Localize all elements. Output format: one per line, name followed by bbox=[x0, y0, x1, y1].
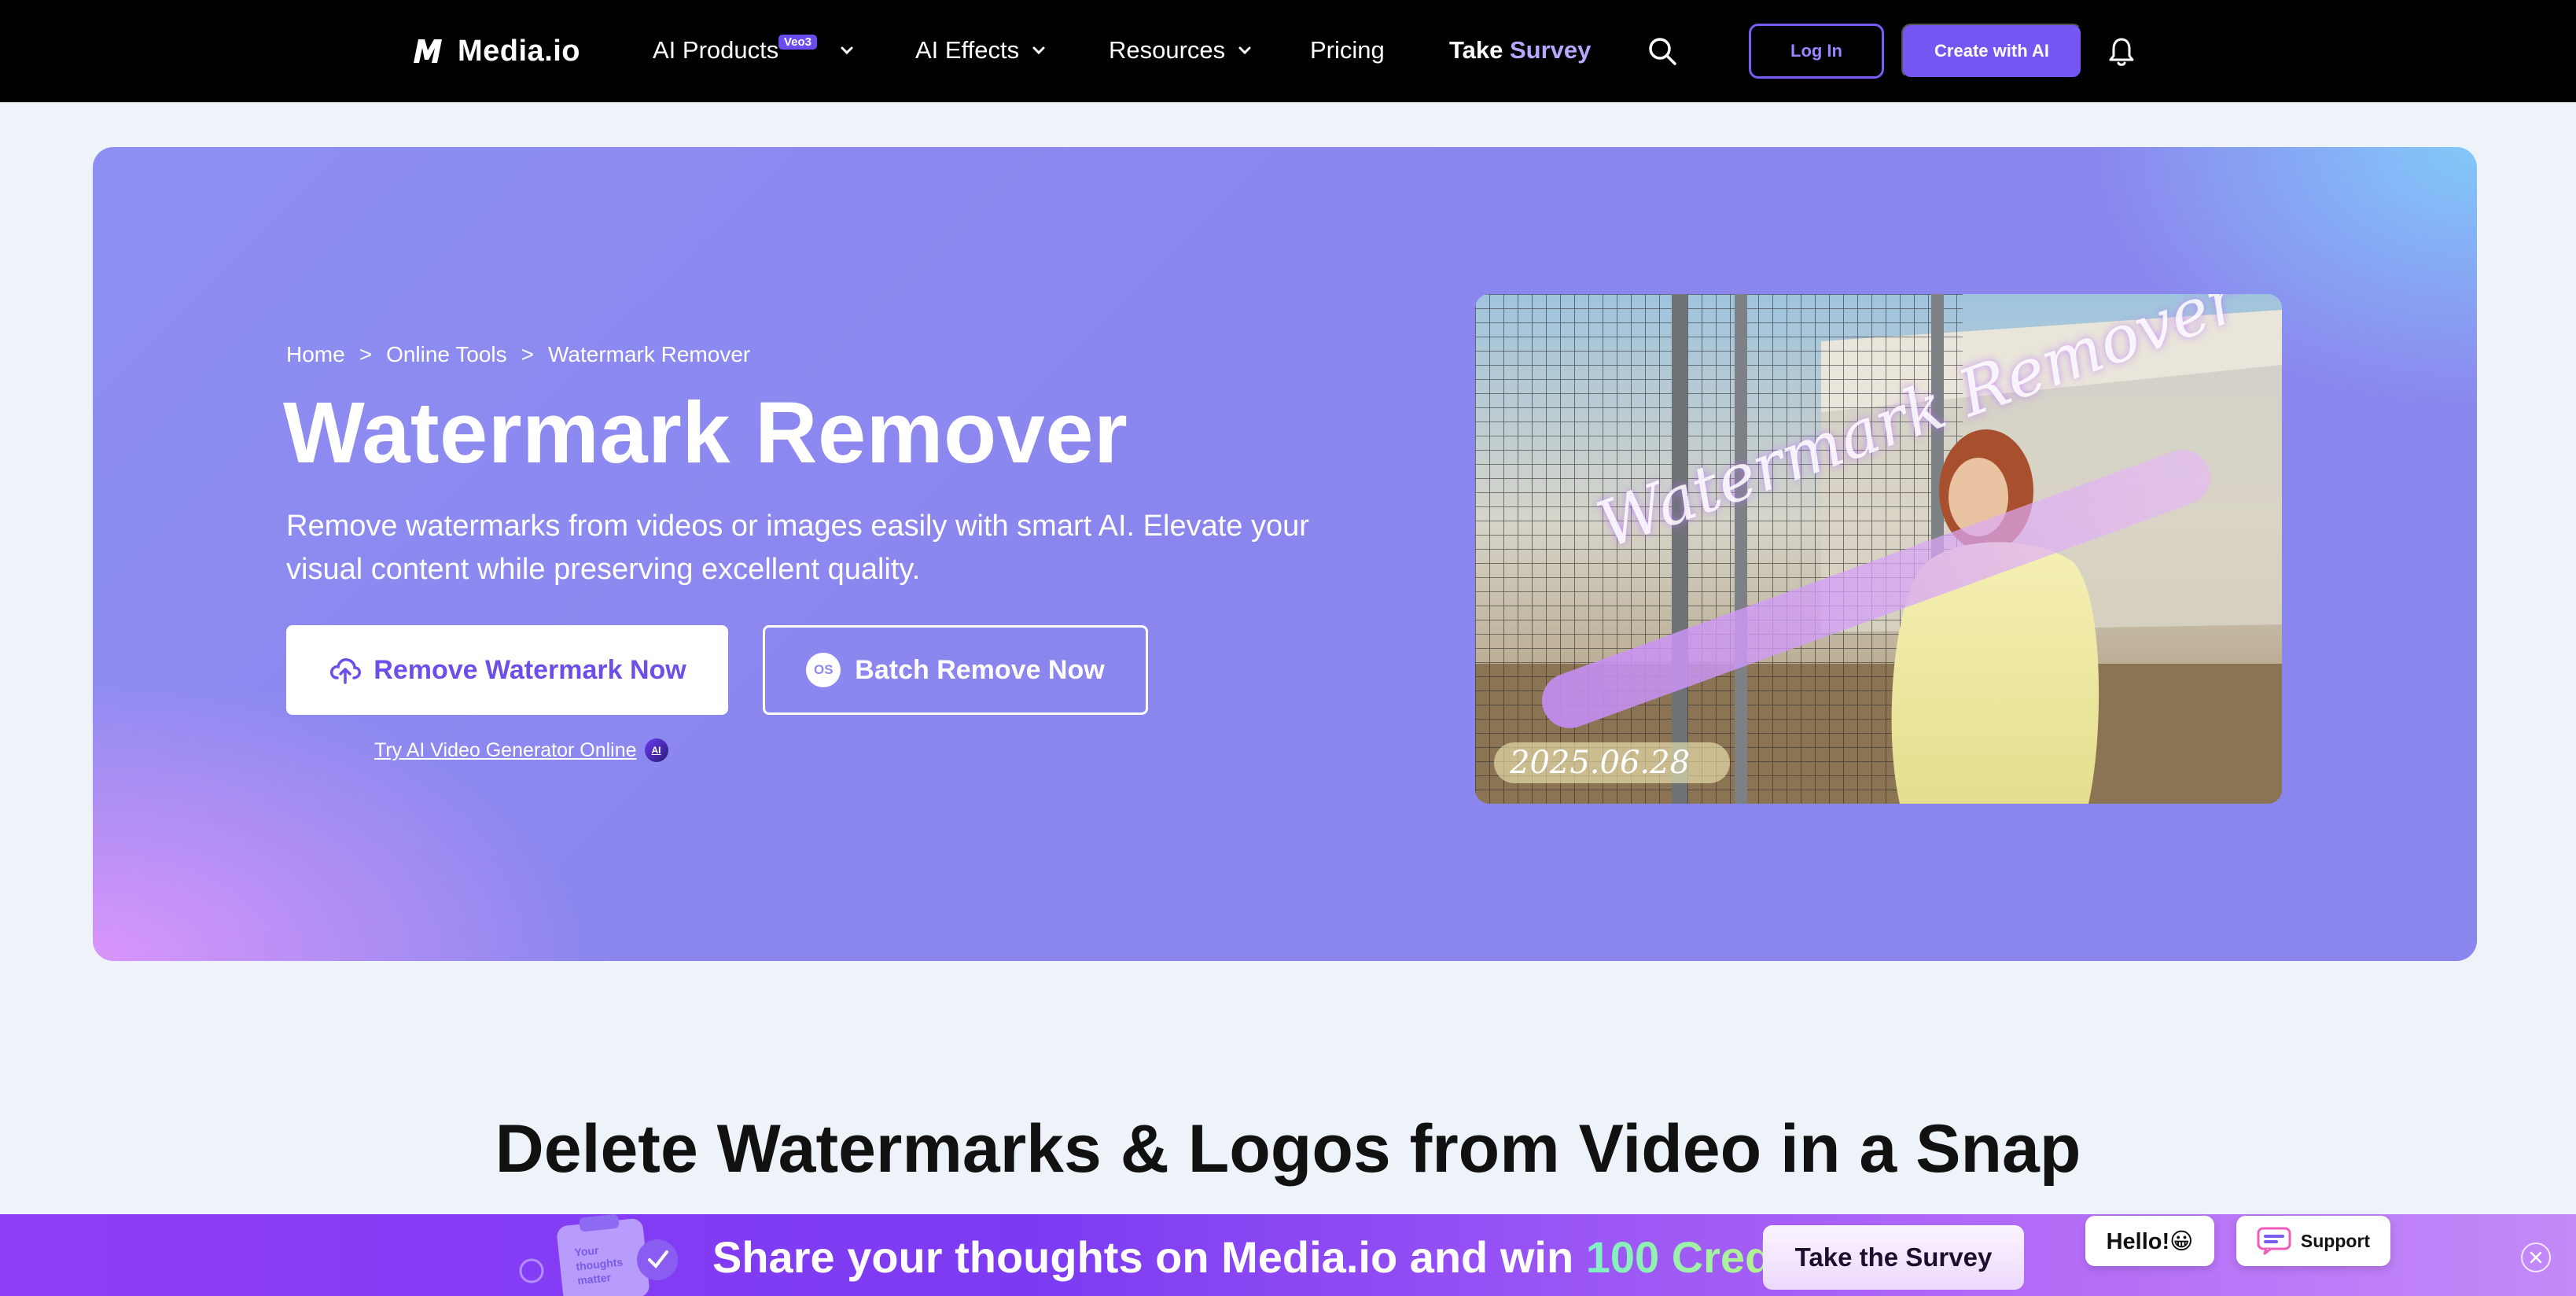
try-ai-video-generator-link[interactable]: Try AI Video Generator Online AI bbox=[374, 738, 668, 762]
support-button[interactable]: Support bbox=[2236, 1216, 2390, 1266]
nav-ai-products-label: AI Products bbox=[653, 36, 779, 64]
breadcrumb-separator: > bbox=[521, 342, 534, 366]
brand-logo[interactable]: Media.io bbox=[410, 30, 580, 72]
veo3-badge: Veo3 bbox=[778, 35, 818, 50]
clipboard-caption-line-1: Your bbox=[574, 1243, 600, 1258]
nav-pricing[interactable]: Pricing bbox=[1310, 31, 1385, 69]
chevron-down-icon bbox=[1238, 46, 1251, 55]
media-io-logo-icon bbox=[414, 39, 442, 63]
page-title: Watermark Remover bbox=[283, 385, 1128, 481]
watermark-date-text: 2025.06.28 bbox=[1494, 742, 1730, 783]
clipboard-illustration-icon: Your thoughts matter bbox=[519, 1214, 678, 1296]
nav-resources[interactable]: Resources bbox=[1109, 31, 1253, 69]
breadcrumb-current: Watermark Remover bbox=[548, 342, 751, 366]
remove-watermark-button[interactable]: Remove Watermark Now bbox=[286, 625, 728, 715]
close-icon bbox=[2530, 1251, 2542, 1264]
remove-watermark-label: Remove Watermark Now bbox=[374, 654, 686, 685]
nav-take-survey[interactable]: Take Survey bbox=[1449, 31, 1591, 69]
take-the-survey-button[interactable]: Take the Survey bbox=[1763, 1225, 2024, 1290]
banner-message: Share your thoughts on Media.io and win … bbox=[712, 1232, 1823, 1283]
hero-description: Remove watermarks from videos or images … bbox=[286, 510, 1309, 586]
nav-ai-effects-label: AI Effects bbox=[915, 36, 1020, 64]
hello-chat-bubble[interactable]: Hello!😀 bbox=[2085, 1216, 2214, 1266]
breadcrumb: Home > Online Tools > Watermark Remover bbox=[286, 342, 750, 367]
hero-demo-image: Watermark Remover 2025.06.28 bbox=[1475, 294, 2282, 804]
ai-badge-icon: AI bbox=[644, 738, 668, 762]
create-with-ai-button[interactable]: Create with AI bbox=[1901, 24, 2082, 79]
nav-pricing-label: Pricing bbox=[1310, 36, 1385, 64]
batch-remove-label: Batch Remove Now bbox=[855, 654, 1105, 685]
nav-ai-effects[interactable]: AI Effects bbox=[915, 31, 1047, 69]
nav-ai-products[interactable]: AI Products Veo3 bbox=[653, 31, 856, 69]
cloud-upload-icon bbox=[330, 658, 362, 684]
bell-icon[interactable] bbox=[2107, 36, 2136, 68]
try-link-label: Try AI Video Generator Online bbox=[374, 738, 637, 761]
os-icon: OS bbox=[806, 653, 841, 687]
search-icon[interactable] bbox=[1647, 35, 1678, 67]
hello-text: Hello!😀 bbox=[2106, 1228, 2194, 1254]
hero-section: Home > Online Tools > Watermark Remover … bbox=[93, 147, 2477, 961]
section-heading: Delete Watermarks & Logos from Video in … bbox=[495, 1111, 2081, 1187]
banner-message-text: Share your thoughts on Media.io and win bbox=[712, 1232, 1586, 1282]
batch-remove-button[interactable]: OS Batch Remove Now bbox=[763, 625, 1148, 715]
breadcrumb-home[interactable]: Home bbox=[286, 342, 345, 367]
support-chat-icon bbox=[2257, 1227, 2291, 1255]
brand-name: Media.io bbox=[458, 34, 581, 68]
login-button[interactable]: Log In bbox=[1749, 24, 1884, 79]
demo-photo-illustration bbox=[1475, 294, 2282, 804]
breadcrumb-separator: > bbox=[359, 342, 373, 366]
close-banner-button[interactable] bbox=[2521, 1243, 2551, 1272]
breadcrumb-online-tools[interactable]: Online Tools bbox=[386, 342, 507, 367]
chevron-down-icon bbox=[841, 46, 853, 55]
take-survey-word-1: Take bbox=[1449, 36, 1503, 64]
top-navigation: Media.io AI Products Veo3 AI Effects Res… bbox=[0, 0, 2576, 102]
chevron-down-icon bbox=[1032, 46, 1045, 55]
take-survey-word-2: Survey bbox=[1509, 36, 1592, 64]
support-label: Support bbox=[2300, 1230, 2371, 1251]
nav-resources-label: Resources bbox=[1109, 36, 1226, 64]
